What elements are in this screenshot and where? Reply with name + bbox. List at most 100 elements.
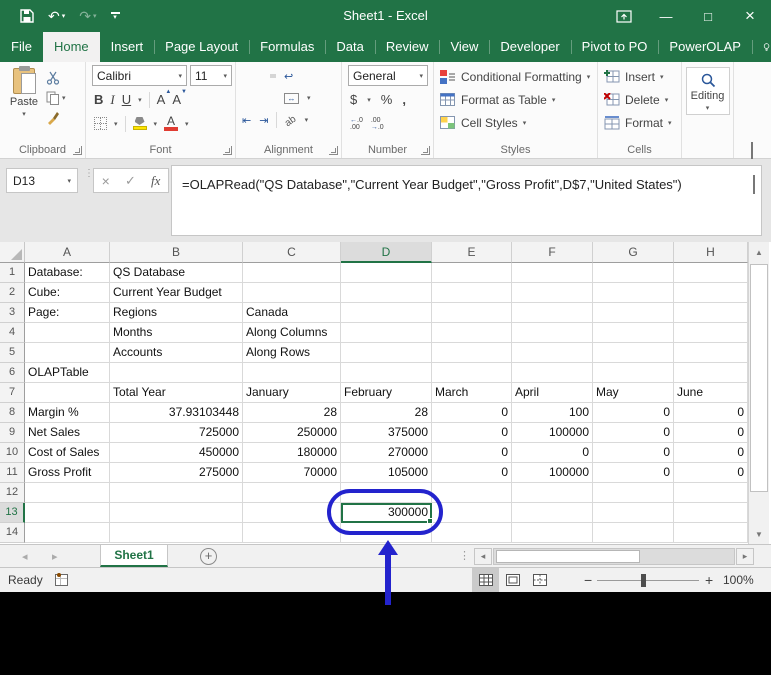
cell-H4[interactable] — [674, 323, 748, 343]
row-header-14[interactable]: 14 — [0, 523, 25, 543]
increase-indent-button[interactable]: ⇥ — [259, 114, 268, 127]
cell-E6[interactable] — [432, 363, 512, 383]
cell-E5[interactable] — [432, 343, 512, 363]
cell-D6[interactable] — [341, 363, 432, 383]
wrap-text-button[interactable]: ↩ — [284, 70, 293, 83]
cell-G8[interactable]: 0 — [593, 403, 674, 423]
cell-D9[interactable]: 375000 — [341, 423, 432, 443]
cell-F9[interactable]: 100000 — [512, 423, 593, 443]
font-size-select[interactable]: 11 ▾ — [190, 65, 232, 86]
row-header-10[interactable]: 10 — [0, 443, 25, 463]
cell-A5[interactable] — [25, 343, 110, 363]
column-header-C[interactable]: C — [243, 242, 341, 263]
cell-D7[interactable]: February — [341, 383, 432, 403]
cell-E1[interactable] — [432, 263, 512, 283]
cell-C4[interactable]: Along Columns — [243, 323, 341, 343]
cell-F3[interactable] — [512, 303, 593, 323]
hscroll-left-button[interactable]: ◂ — [474, 548, 492, 565]
middle-align-button[interactable] — [256, 74, 262, 78]
cell-D10[interactable]: 270000 — [341, 443, 432, 463]
cell-H2[interactable] — [674, 283, 748, 303]
cell-B2[interactable]: Current Year Budget — [110, 283, 243, 303]
new-sheet-button[interactable]: + — [200, 548, 217, 565]
number-format-select[interactable]: General ▾ — [348, 65, 428, 86]
vertical-scroll-thumb[interactable] — [750, 264, 768, 492]
tab-page-layout[interactable]: Page Layout — [154, 32, 249, 62]
tab-data[interactable]: Data — [325, 32, 374, 62]
cell-C3[interactable]: Canada — [243, 303, 341, 323]
cell-C7[interactable]: January — [243, 383, 341, 403]
cell-F12[interactable] — [512, 483, 593, 503]
row-header-6[interactable]: 6 — [0, 363, 25, 383]
font-color-button[interactable]: A — [164, 115, 179, 131]
cell-F6[interactable] — [512, 363, 593, 383]
row-header-8[interactable]: 8 — [0, 403, 25, 423]
alignment-dialog-launcher[interactable] — [329, 146, 338, 155]
name-box[interactable]: D13 ▾ — [6, 168, 78, 193]
cell-A8[interactable]: Margin % — [25, 403, 110, 423]
cell-E7[interactable]: March — [432, 383, 512, 403]
tab-powerolap[interactable]: PowerOLAP — [658, 32, 752, 62]
cell-H1[interactable] — [674, 263, 748, 283]
cell-C8[interactable]: 28 — [243, 403, 341, 423]
maximize-button[interactable]: □ — [687, 0, 729, 32]
cell-A13[interactable] — [25, 503, 110, 523]
tab-insert[interactable]: Insert — [100, 32, 155, 62]
tab-formulas[interactable]: Formulas — [249, 32, 325, 62]
insert-cells-button[interactable]: Insert ▾ — [604, 67, 681, 86]
bold-button[interactable]: B — [94, 92, 103, 107]
cell-H14[interactable] — [674, 523, 748, 543]
tab-pivot-to-po[interactable]: Pivot to PO — [570, 32, 659, 62]
row-header-12[interactable]: 12 — [0, 483, 25, 503]
cell-H5[interactable] — [674, 343, 748, 363]
column-header-H[interactable]: H — [674, 242, 748, 263]
number-dialog-launcher[interactable] — [421, 146, 430, 155]
cell-styles-button[interactable]: Cell Styles ▾ — [440, 113, 597, 132]
cell-C14[interactable] — [243, 523, 341, 543]
cell-A2[interactable]: Cube: — [25, 283, 110, 303]
center-button[interactable] — [256, 96, 262, 100]
cell-D11[interactable]: 105000 — [341, 463, 432, 483]
column-header-B[interactable]: B — [110, 242, 243, 263]
cell-H11[interactable]: 0 — [674, 463, 748, 483]
name-box-dropdown-icon[interactable]: ▾ — [67, 177, 71, 185]
scroll-down-button[interactable]: ▼ — [749, 524, 769, 544]
grow-font-button[interactable]: A ▲ — [157, 89, 172, 107]
cancel-button[interactable]: × — [102, 173, 110, 189]
paste-button[interactable]: Paste ▾ — [2, 65, 46, 142]
cell-E3[interactable] — [432, 303, 512, 323]
tab-splitter-grip[interactable]: ⋮ — [459, 549, 470, 562]
cell-D5[interactable] — [341, 343, 432, 363]
cell-B5[interactable]: Accounts — [110, 343, 243, 363]
cell-F10[interactable]: 0 — [512, 443, 593, 463]
orientation-button[interactable]: ab — [283, 111, 298, 129]
cell-C5[interactable]: Along Rows — [243, 343, 341, 363]
record-macro-icon[interactable] — [55, 573, 68, 586]
cell-H13[interactable] — [674, 503, 748, 523]
cell-F13[interactable] — [512, 503, 593, 523]
cell-C11[interactable]: 70000 — [243, 463, 341, 483]
comma-style-button[interactable]: , — [402, 92, 406, 107]
copy-button[interactable]: ▾ — [46, 90, 66, 106]
collapse-ribbon-button[interactable] — [751, 142, 759, 161]
cell-D8[interactable]: 28 — [341, 403, 432, 423]
page-break-view-button[interactable] — [526, 568, 553, 592]
cell-H6[interactable] — [674, 363, 748, 383]
cell-E2[interactable] — [432, 283, 512, 303]
cell-G10[interactable]: 0 — [593, 443, 674, 463]
cell-A1[interactable]: Database: — [25, 263, 110, 283]
cell-C1[interactable] — [243, 263, 341, 283]
cell-A14[interactable] — [25, 523, 110, 543]
conditional-formatting-button[interactable]: Conditional Formatting ▾ — [440, 67, 597, 86]
cell-B7[interactable]: Total Year — [110, 383, 243, 403]
cell-C13[interactable] — [243, 503, 341, 523]
cell-H9[interactable]: 0 — [674, 423, 748, 443]
cell-B8[interactable]: 37.93103448 — [110, 403, 243, 423]
next-sheet-button[interactable]: ▸ — [52, 545, 58, 567]
align-left-button[interactable] — [242, 96, 248, 100]
prev-sheet-button[interactable]: ◂ — [22, 545, 28, 567]
cell-G14[interactable] — [593, 523, 674, 543]
ribbon-display-options-button[interactable] — [603, 0, 645, 32]
row-header-7[interactable]: 7 — [0, 383, 25, 403]
cell-H7[interactable]: June — [674, 383, 748, 403]
